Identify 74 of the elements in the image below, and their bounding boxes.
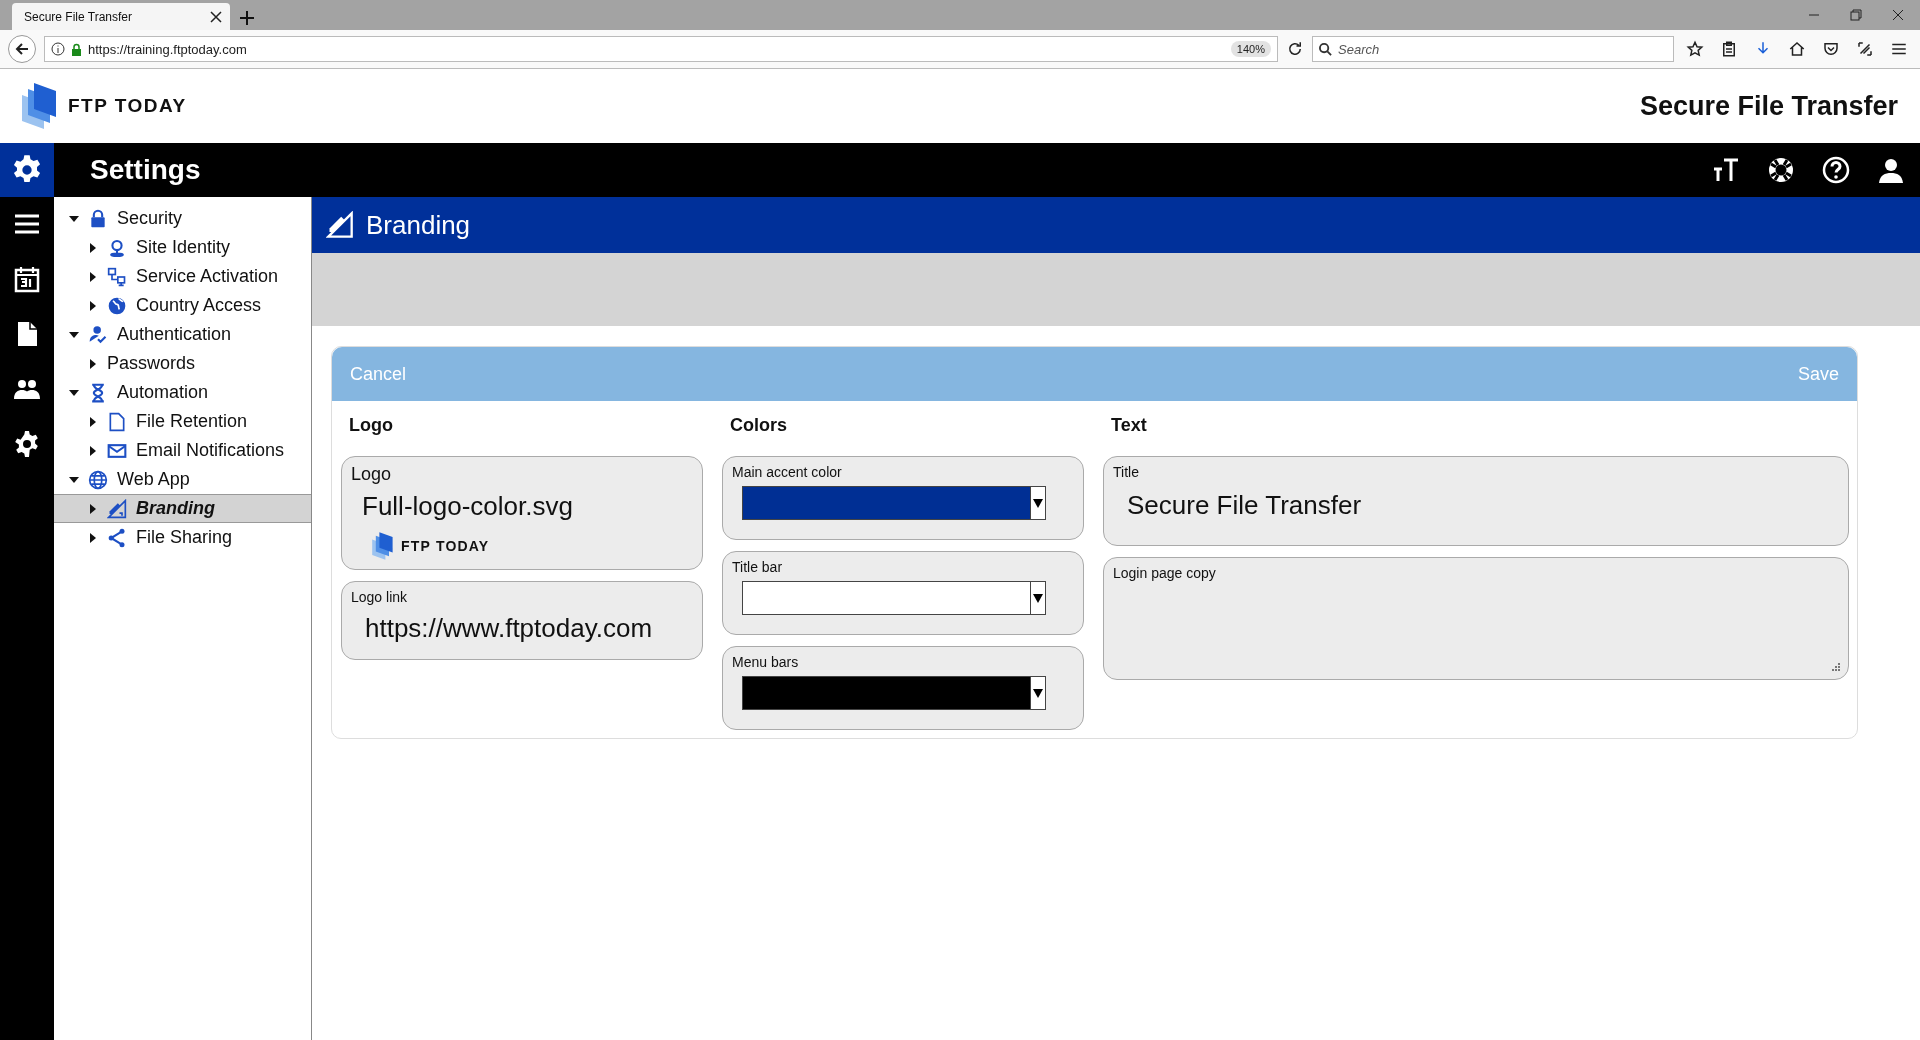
field-label: Logo link bbox=[351, 589, 409, 605]
globe-icon bbox=[88, 469, 108, 490]
screenshot-icon[interactable] bbox=[1856, 40, 1874, 58]
pocket-icon[interactable] bbox=[1822, 40, 1840, 58]
brand-name: FTP TODAY bbox=[68, 95, 187, 117]
star-icon[interactable] bbox=[1686, 40, 1704, 58]
back-button[interactable] bbox=[8, 35, 36, 63]
field-label: Logo bbox=[351, 464, 393, 485]
section-heading: Colors bbox=[729, 414, 788, 437]
plus-icon[interactable] bbox=[240, 11, 254, 25]
search-field[interactable]: Search bbox=[1312, 36, 1674, 62]
reload-icon[interactable] bbox=[1286, 40, 1304, 58]
tree-item[interactable]: Country Access bbox=[54, 291, 311, 320]
close-icon[interactable] bbox=[210, 10, 222, 23]
field-label: Main accent color bbox=[732, 464, 843, 480]
logo-field[interactable]: Logo Full-logo-color.svg FTP TODAY bbox=[341, 456, 703, 570]
lifebuoy-icon[interactable] bbox=[1766, 155, 1796, 185]
pen-ruler-icon bbox=[107, 498, 127, 519]
calendar-icon[interactable] bbox=[13, 265, 41, 293]
field-label: Title bbox=[1113, 464, 1140, 480]
title-field[interactable]: Title Secure File Transfer bbox=[1103, 456, 1849, 546]
tree-item[interactable]: Email Notifications bbox=[54, 436, 311, 465]
caret-icon bbox=[1033, 498, 1043, 508]
zoom-badge[interactable]: 140% bbox=[1230, 41, 1271, 57]
address-field[interactable]: https://training.ftptoday.com 140% bbox=[44, 36, 1278, 62]
page-title: Branding bbox=[366, 209, 471, 241]
app-title: Secure File Transfer bbox=[1639, 90, 1898, 122]
lock-icon bbox=[88, 208, 108, 229]
pen-ruler-icon bbox=[326, 211, 354, 239]
logo-icon bbox=[371, 530, 395, 562]
tree-item[interactable]: Automation bbox=[54, 378, 311, 407]
lock-icon bbox=[71, 42, 82, 56]
section-heading: Text bbox=[1110, 414, 1148, 437]
back-arrow-icon bbox=[14, 41, 30, 57]
search-icon bbox=[1319, 42, 1332, 56]
tree-item[interactable]: Passwords bbox=[54, 349, 311, 378]
share-icon bbox=[107, 527, 127, 548]
pin-icon bbox=[107, 237, 127, 258]
tree-item[interactable]: File Retention bbox=[54, 407, 311, 436]
restore-icon[interactable] bbox=[1850, 9, 1862, 21]
help-icon[interactable] bbox=[1821, 155, 1851, 185]
home-icon[interactable] bbox=[1788, 40, 1806, 58]
tree-item[interactable]: Web App bbox=[54, 465, 311, 494]
close-icon[interactable] bbox=[1892, 9, 1904, 21]
field-value: Secure File Transfer bbox=[1126, 490, 1363, 521]
caret-icon bbox=[1033, 688, 1043, 698]
login-copy-field[interactable]: Login page copy bbox=[1103, 557, 1849, 680]
logo-link-field[interactable]: Logo link https://www.ftptoday.com bbox=[341, 581, 703, 660]
gear-icon[interactable] bbox=[13, 430, 41, 458]
url-text: https://training.ftptoday.com bbox=[88, 41, 248, 57]
user-check-icon bbox=[88, 324, 108, 345]
settings-tab[interactable] bbox=[0, 143, 54, 197]
globe-icon bbox=[107, 295, 127, 316]
tree-item[interactable]: Security bbox=[54, 204, 311, 233]
caret-icon bbox=[1033, 593, 1043, 603]
section-heading: Logo bbox=[348, 414, 394, 437]
tree-item[interactable]: Branding bbox=[54, 494, 311, 523]
field-label: Login page copy bbox=[1113, 565, 1217, 581]
logo-preview-text: FTP TODAY bbox=[401, 538, 490, 554]
tree-item[interactable]: Site Identity bbox=[54, 233, 311, 262]
document-icon bbox=[107, 411, 127, 432]
network-icon bbox=[107, 266, 127, 287]
tree-item[interactable]: File Sharing bbox=[54, 523, 311, 552]
field-label: Title bar bbox=[732, 559, 784, 575]
clipboard-icon[interactable] bbox=[1720, 40, 1738, 58]
field-value: https://www.ftptoday.com bbox=[364, 613, 654, 645]
tree-item[interactable]: Service Activation bbox=[54, 262, 311, 291]
section-title: Settings bbox=[90, 154, 201, 186]
browser-tab[interactable]: Secure File Transfer bbox=[12, 3, 230, 30]
field-value: Full-logo-color.svg bbox=[361, 491, 574, 522]
tree-item[interactable]: Authentication bbox=[54, 320, 311, 349]
resize-grip-icon bbox=[1832, 663, 1840, 671]
info-icon bbox=[51, 42, 65, 56]
field-label: Menu bars bbox=[732, 654, 800, 670]
